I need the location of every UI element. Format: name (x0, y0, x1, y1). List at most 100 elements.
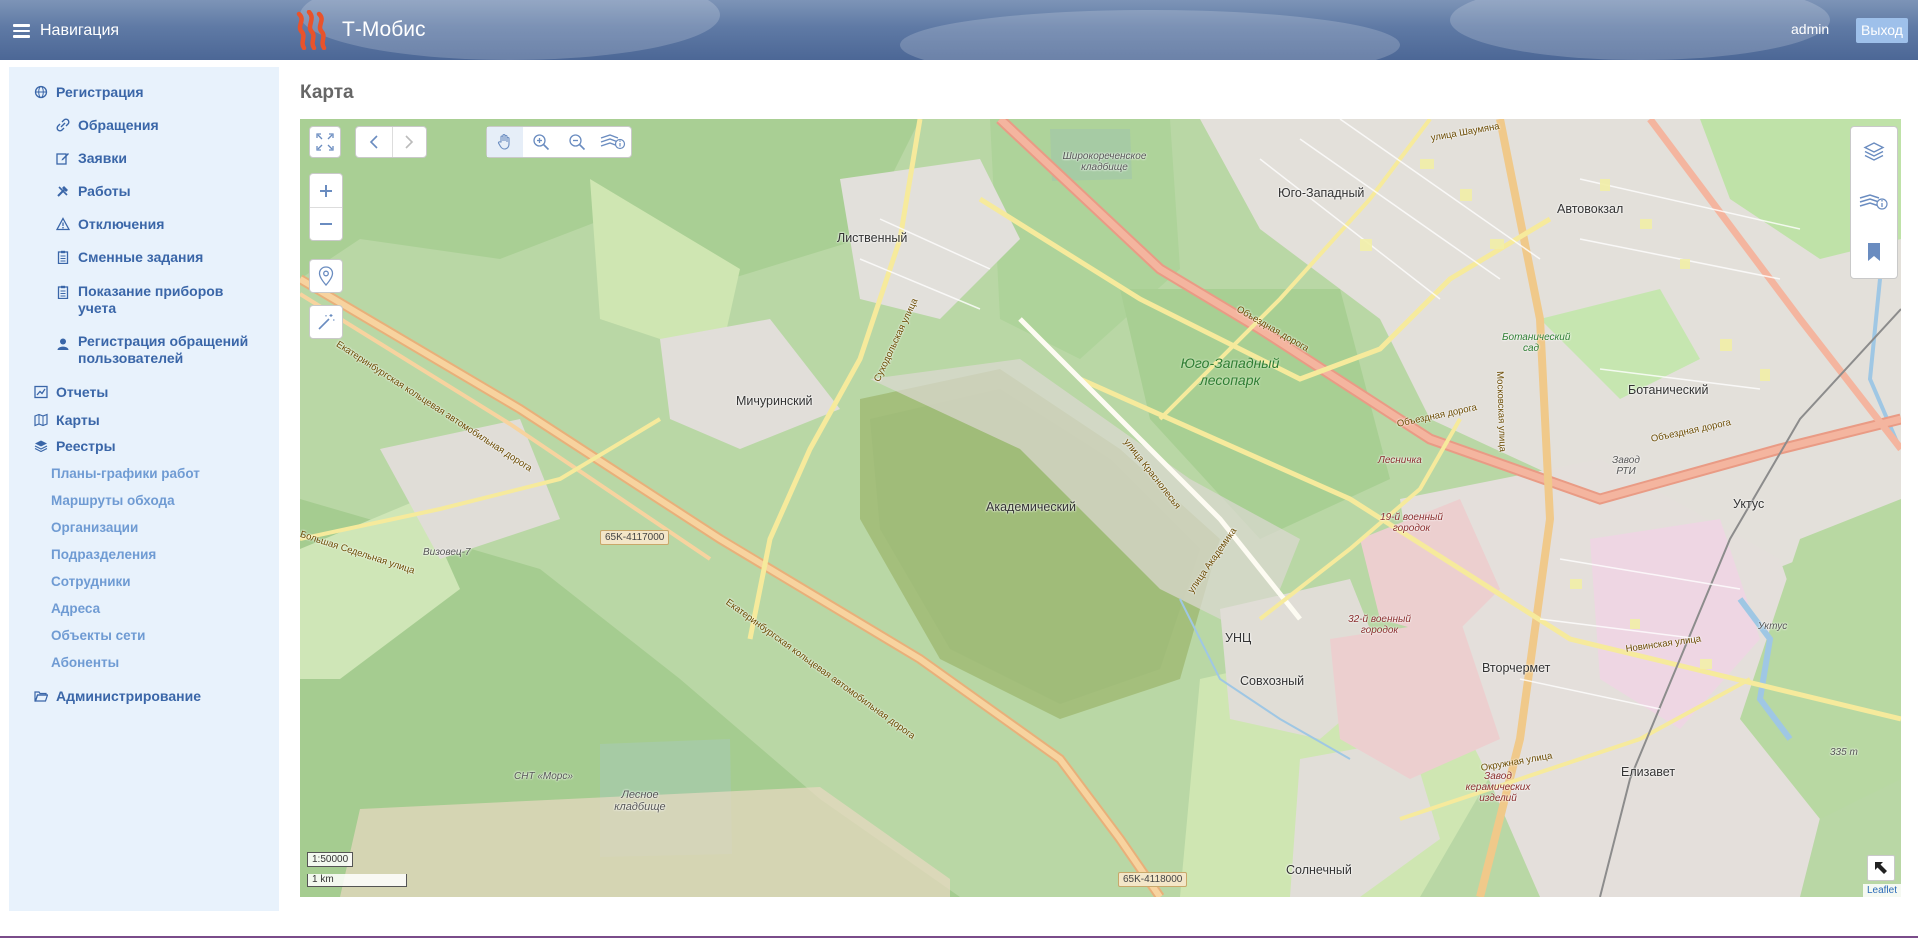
layer-info-icon (600, 134, 626, 150)
warning-icon (56, 217, 70, 231)
user-icon (57, 338, 69, 350)
map-label: Широкореченское кладбище (1062, 151, 1147, 173)
sidebar-item-maps[interactable]: Карты (34, 412, 100, 428)
top-bar: Навигация Т-Мобис admin Выход (0, 0, 1918, 60)
brand: Т-Мобис (292, 10, 426, 50)
map-tools-toolbar (486, 126, 632, 158)
sidebar-item-requests[interactable]: Заявки (56, 150, 127, 166)
sidebar-item-employees[interactable]: Сотрудники (51, 574, 131, 589)
right-panel-controls (1850, 126, 1898, 279)
map-label: 19-й военный городок (1380, 512, 1443, 534)
map-label: Уктус (1758, 621, 1788, 632)
sidebar-item-label: Планы-графики работ (51, 466, 200, 481)
history-forward-button[interactable] (392, 127, 426, 157)
locate-button[interactable] (309, 259, 343, 293)
sidebar-item-addresses[interactable]: Адреса (51, 601, 100, 616)
pan-tool-button[interactable] (487, 127, 523, 157)
layers-icon (34, 440, 48, 453)
sidebar-item-divisions[interactable]: Подразделения (51, 547, 156, 562)
sidebar-item-label: Адреса (51, 601, 101, 616)
sidebar-item-label: Отчеты (56, 384, 109, 400)
map-label: Автовокзал (1557, 202, 1624, 216)
location-pin-icon (318, 266, 334, 286)
sidebar-item-label: Регистрация (56, 84, 144, 100)
map-label: 335 m (1830, 747, 1858, 758)
sidebar-item-label: Администрирование (56, 688, 201, 704)
sidebar-item-network-objects[interactable]: Объекты сети (51, 628, 145, 643)
bookmarks-button[interactable] (1851, 227, 1897, 277)
edit-icon (56, 153, 69, 165)
minus-icon (320, 223, 332, 225)
chevron-left-icon (369, 135, 378, 149)
sidebar-item-label: Реестры (56, 438, 116, 454)
hamburger-icon (13, 24, 30, 38)
minimap-toggle-button[interactable] (1867, 855, 1895, 881)
clipboard-icon (57, 250, 69, 264)
map-label: Визовец-7 (423, 547, 471, 558)
hand-icon (497, 133, 510, 150)
scale-bar: 1 km (307, 874, 407, 887)
sidebar-item-label: Работы (78, 183, 131, 199)
zoom-in-icon (533, 134, 550, 151)
sidebar-item-label: Абоненты (51, 655, 120, 670)
layer-info-button[interactable] (1851, 177, 1897, 227)
sidebar-item-label: Объекты сети (51, 628, 146, 643)
fullscreen-icon (316, 133, 334, 151)
map-label: УНЦ (1225, 631, 1252, 645)
bookmark-icon (1868, 243, 1880, 261)
sidebar-item-reports[interactable]: Отчеты (34, 384, 108, 400)
sidebar-item-meter-readings[interactable]: Показание приборов учета (56, 283, 261, 317)
scale-ratio: 1:50000 (307, 852, 354, 867)
sidebar: Регистрация Обращения Заявки Работы Откл… (9, 67, 279, 911)
chevron-right-icon (405, 135, 414, 149)
sidebar-item-shift-tasks[interactable]: Сменные задания (56, 249, 203, 265)
map-label: Завод РТИ (1612, 455, 1640, 477)
map-label: Уктус (1733, 497, 1765, 511)
chart-icon (34, 385, 48, 399)
map-label: Юго-Западный лесопарк (1180, 355, 1280, 388)
link-icon (56, 118, 70, 132)
layers-button[interactable] (1851, 127, 1897, 177)
magic-wand-icon (318, 314, 335, 330)
sidebar-item-outages[interactable]: Отключения (56, 216, 164, 232)
zoom-in-button[interactable] (310, 174, 342, 208)
sidebar-item-registration[interactable]: Регистрация (34, 84, 144, 100)
sidebar-item-organizations[interactable]: Организации (51, 520, 138, 535)
flame-logo-icon (296, 10, 327, 50)
sidebar-item-registries[interactable]: Реестры (34, 438, 116, 454)
map-label: Завод керамических изделий (1465, 771, 1531, 804)
draw-tool-button[interactable] (309, 305, 343, 339)
logout-button[interactable]: Выход (1856, 18, 1908, 43)
sidebar-item-label: Карты (56, 412, 100, 428)
layers-icon (1863, 142, 1885, 161)
sidebar-item-work-schedules[interactable]: Планы-графики работ (51, 466, 200, 481)
map-label: Академический (986, 500, 1077, 514)
sidebar-item-appeals[interactable]: Обращения (56, 117, 159, 133)
sidebar-item-user-appeals-registration[interactable]: Регистрация обращений пользователей (56, 333, 261, 367)
app-title: Т-Мобис (342, 18, 426, 41)
navigation-toggle-button[interactable]: Навигация (13, 21, 119, 41)
sidebar-item-label: Показание приборов учета (78, 283, 224, 316)
current-user[interactable]: admin (1791, 21, 1829, 37)
history-back-button[interactable] (356, 127, 393, 157)
leaflet-attribution-link[interactable]: Leaflet (1862, 884, 1901, 897)
map-view[interactable]: Юго-Западный Автовокзал Лиственный Мичур… (300, 119, 1901, 897)
fullscreen-button[interactable] (309, 126, 341, 158)
road-shield: 65K-4117000 (600, 530, 670, 545)
sidebar-item-works[interactable]: Работы (56, 183, 131, 199)
map-label: Ботанический (1628, 383, 1709, 397)
sidebar-item-subscribers[interactable]: Абоненты (51, 655, 119, 670)
folder-open-icon (34, 691, 48, 702)
scale-bar-label: 1 km (312, 874, 334, 885)
zoom-out-tool-button[interactable] (559, 127, 595, 157)
map-label: Лиственный (837, 231, 908, 245)
sidebar-item-administration[interactable]: Администрирование (34, 688, 201, 704)
zoom-in-tool-button[interactable] (523, 127, 559, 157)
zoom-out-button[interactable] (310, 208, 342, 240)
sidebar-item-label: Заявки (78, 150, 127, 166)
layer-info-tool-button[interactable] (595, 127, 631, 157)
history-controls (355, 126, 427, 158)
sidebar-item-routes[interactable]: Маршруты обхода (51, 493, 175, 508)
globe-icon (34, 85, 48, 99)
map-label: СНТ «Морс» (514, 771, 573, 782)
